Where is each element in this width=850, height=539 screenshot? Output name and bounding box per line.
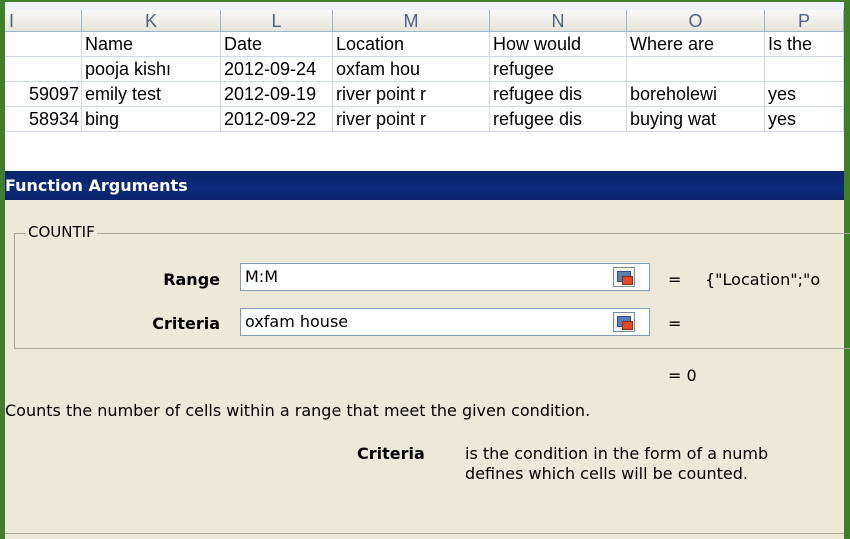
criteria-label: Criteria (152, 314, 220, 333)
formula-result: = 0 (668, 366, 697, 385)
cell-i-4[interactable]: 58934 (5, 107, 82, 132)
range-collapse-button[interactable] (613, 267, 635, 287)
help-argument-name: Criteria (357, 444, 425, 463)
column-header-row: I K L M N O P (5, 10, 844, 32)
cell-m-3[interactable]: river point r (333, 82, 490, 107)
cell-i-1[interactable] (5, 32, 82, 57)
column-header-n[interactable]: N (490, 10, 627, 32)
range-input[interactable]: M:M (240, 263, 650, 291)
collapse-dialog-arrow-icon (622, 276, 633, 285)
cell-k-1[interactable]: Name (82, 32, 221, 57)
function-description: Counts the number of cells within a rang… (5, 401, 591, 420)
help-text-line1: is the condition in the form of a numb (465, 444, 769, 463)
help-text-line2: defines which cells will be counted. (465, 464, 748, 483)
cell-o-2[interactable] (627, 57, 765, 82)
cell-i-3[interactable]: 59097 (5, 82, 82, 107)
cell-l-3[interactable]: 2012-09-19 (221, 82, 333, 107)
dialog-title: Function Arguments (5, 176, 188, 195)
cell-k-4[interactable]: bing (82, 107, 221, 132)
cell-k-3[interactable]: emily test (82, 82, 221, 107)
cell-k-2[interactable]: pooja kishı (82, 57, 221, 82)
cell-m-4[interactable]: river point r (333, 107, 490, 132)
range-equals: = (668, 270, 682, 289)
criteria-input[interactable]: oxfam house (240, 308, 650, 336)
criteria-equals: = (668, 314, 682, 333)
cell-n-1[interactable]: How would (490, 32, 627, 57)
cell-l-1[interactable]: Date (221, 32, 333, 57)
column-header-m[interactable]: M (333, 10, 490, 32)
cell-n-2[interactable]: refugee (490, 57, 627, 82)
column-header-k[interactable]: K (82, 10, 221, 32)
cell-m-2[interactable]: oxfam hou (333, 57, 490, 82)
cell-l-2[interactable]: 2012-09-24 (221, 57, 333, 82)
function-name: COUNTIF (26, 223, 97, 241)
cell-n-3[interactable]: refugee dis (490, 82, 627, 107)
cell-p-2[interactable] (765, 57, 844, 82)
criteria-collapse-button[interactable] (613, 312, 635, 332)
column-header-p[interactable]: P (765, 10, 844, 32)
cell-p-1[interactable]: Is the (765, 32, 844, 57)
cell-p-4[interactable]: yes (765, 107, 844, 132)
range-label: Range (163, 270, 220, 289)
cell-o-3[interactable]: boreholewi (627, 82, 765, 107)
cell-p-3[interactable]: yes (765, 82, 844, 107)
dialog-divider (5, 533, 844, 534)
column-header-l[interactable]: L (221, 10, 333, 32)
cell-o-4[interactable]: buying wat (627, 107, 765, 132)
collapse-dialog-arrow-icon (622, 321, 633, 330)
spreadsheet-grid[interactable]: I K L M N O P Name Date Location How wou… (5, 2, 844, 162)
cell-n-4[interactable]: refugee dis (490, 107, 627, 132)
dialog-title-bar[interactable]: Function Arguments (5, 171, 844, 200)
column-header-i[interactable]: I (5, 10, 82, 32)
range-result: {"Location";"o (705, 270, 821, 289)
column-header-o[interactable]: O (627, 10, 765, 32)
function-arguments-dialog: Function Arguments COUNTIF Range M:M = {… (5, 171, 850, 539)
cell-i-2[interactable] (5, 57, 82, 82)
cell-o-1[interactable]: Where are (627, 32, 765, 57)
cell-m-1[interactable]: Location (333, 32, 490, 57)
cell-l-4[interactable]: 2012-09-22 (221, 107, 333, 132)
